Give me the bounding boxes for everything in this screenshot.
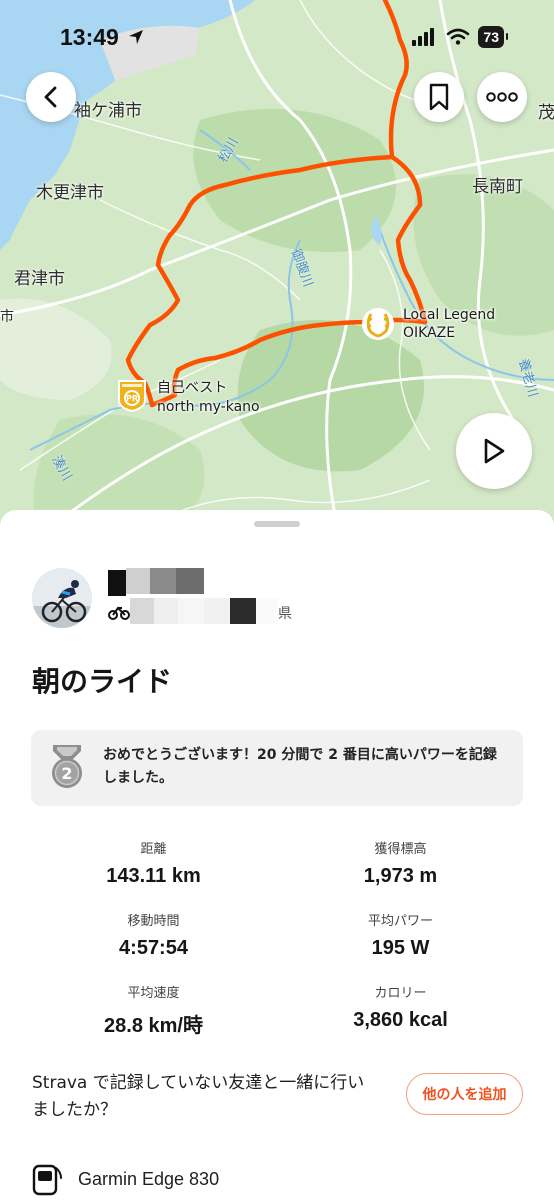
stat-label: 平均パワー [367,914,433,929]
stat-value: 3,860 kcal [353,1009,448,1031]
activity-sheet: 県 朝のライド 2 おめでとうございます！20 分間で 2 番目に高いパワーを記… [0,510,554,1200]
status-time-text: 13:49 [60,24,119,50]
play-icon [484,438,505,464]
gps-device-icon [32,1164,62,1196]
cyclist-avatar-image [32,568,92,628]
stat-avg-speed: 平均速度 28.8 km/時 [15,982,292,1038]
stat-value: 1,973 m [363,865,438,887]
stat-moving-time: 移動時間 4:57:54 [15,910,292,960]
stat-label: 移動時間 [127,914,180,929]
pr-badge-text: PR [126,394,138,403]
local-legend-title: Local Legend [403,307,496,323]
place-label-kimitsu: 君津市 [14,269,65,289]
achievement-text: おめでとうございます！20 分間で 2 番目に高いパワーを記録しました。 [103,747,497,786]
athlete-header[interactable]: 県 [32,568,308,628]
battery-indicator: 73 [478,26,508,48]
friends-prompt: Strava で記録していない友達と一緒に行いましたか？ [32,1073,365,1120]
more-options-button[interactable] [477,72,527,122]
stat-value: 28.8 km/時 [104,1015,203,1037]
stat-elevation: 獲得標高 1,973 m [262,838,539,888]
stat-calories: カロリー 3,860 kcal [262,982,539,1032]
back-button[interactable] [26,72,76,122]
pr-marker[interactable]: PR [116,378,148,416]
place-label-sodegaura: 袖ケ浦市 [74,101,142,121]
bookmark-icon [429,83,449,111]
bike-icon [108,606,130,620]
activity-title: 朝のライド [32,665,173,698]
flyover-play-button[interactable] [456,413,532,489]
pr-badge-icon: PR [118,380,146,413]
status-icons: 73 [412,26,508,48]
stat-avg-power: 平均パワー 195 W [262,910,539,960]
location-arrow-icon [129,30,144,44]
more-dots-icon [486,92,518,102]
stat-label: 距離 [140,842,167,857]
medal-rank: 2 [61,764,72,783]
silver-medal-icon: 2 [52,745,82,788]
device-row: Garmin Edge 830 [32,1162,219,1196]
pr-title: 自己ベスト [157,380,228,396]
laurel-icon [362,308,394,340]
place-label-chonan: 長南町 [472,177,523,197]
signal-icon [412,28,435,46]
stat-value: 195 W [371,937,430,959]
route-map[interactable]: 袖ケ浦市 木更津市 君津市 長南町 茂 市 松川 御腹川 養老川 湊川 Loca… [0,0,554,540]
stat-value: 4:57:54 [119,937,188,959]
device-name: Garmin Edge 830 [78,1168,220,1189]
stat-label: カロリー [374,986,427,1001]
place-label-kisarazu: 木更津市 [36,183,104,203]
stat-label: 平均速度 [127,986,180,1001]
achievement-banner[interactable]: 2 おめでとうございます！20 分間で 2 番目に高いパワーを記録しました。 [31,730,523,806]
wifi-icon [447,28,470,45]
stat-label: 獲得標高 [374,842,427,857]
stat-value: 143.11 km [106,865,201,887]
chevron-left-icon [44,86,57,108]
pr-segment: north my-kano [157,399,260,415]
stat-distance: 距離 143.11 km [15,838,292,888]
athlete-name-redacted: 県 [108,568,308,628]
save-route-button[interactable] [414,72,464,122]
local-legend-marker[interactable] [360,306,396,346]
place-label-partial: 茂 [538,103,554,123]
place-label-edge: 市 [0,309,14,325]
avatar[interactable] [32,568,92,628]
sheet-drag-handle[interactable] [254,521,300,527]
athlete-location-suffix: 県 [278,606,292,622]
add-others-button[interactable]: 他の人を追加 [406,1073,523,1115]
local-legend-segment: OIKAZE [403,325,456,341]
status-time: 13:49 [60,24,145,51]
